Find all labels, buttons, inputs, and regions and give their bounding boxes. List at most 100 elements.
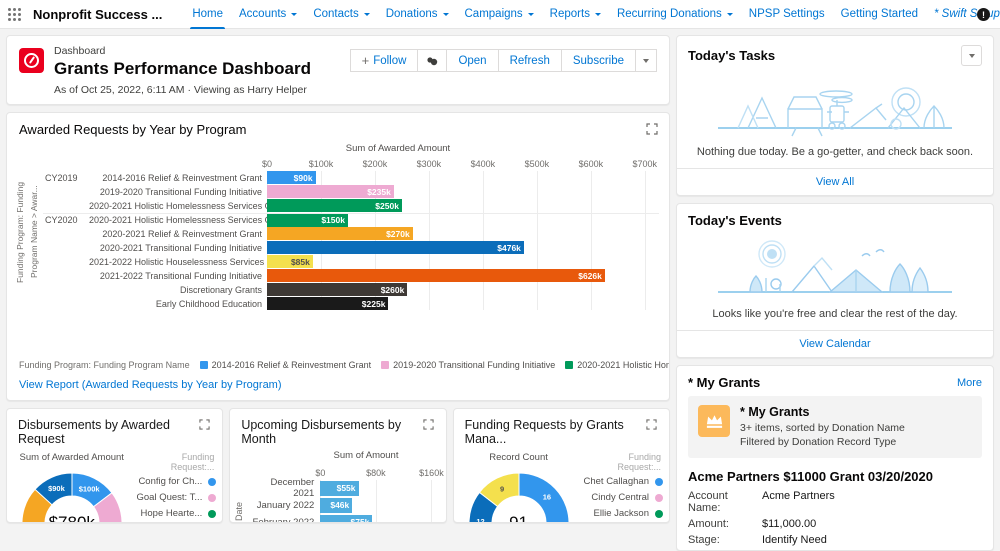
help-icon[interactable]: ! bbox=[977, 8, 990, 21]
awarded-requests-plot: Sum of Awarded Amount Funding Program: F… bbox=[7, 141, 669, 356]
follow-label: Follow bbox=[373, 54, 407, 67]
chevron-down-icon bbox=[291, 12, 298, 16]
nav-tab-label: Accounts bbox=[239, 8, 287, 20]
grant-record-name[interactable]: Acme Partners $11000 Grant 03/20/2020 bbox=[688, 469, 982, 484]
dashboard-header: Dashboard Grants Performance Dashboard A… bbox=[6, 35, 670, 105]
bar-row[interactable]: 2020-2021 Relief & Reinvestment Grant $27… bbox=[43, 227, 659, 240]
bar-row[interactable]: 2020-2021 Holistic Homelessness Services… bbox=[43, 199, 659, 212]
bar[interactable]: $85k bbox=[267, 255, 313, 268]
nav-tab-label: Reports bbox=[549, 8, 590, 20]
bar[interactable]: $250k bbox=[267, 199, 402, 212]
donut-caption: Record Count bbox=[489, 452, 548, 463]
legend-item[interactable]: Config for Ch... bbox=[137, 476, 217, 487]
legend-label: Cindy Central bbox=[591, 492, 649, 503]
bar-row[interactable]: 2019-2020 Transitional Funding Initiativ… bbox=[43, 185, 659, 198]
chevron-down-icon bbox=[726, 12, 733, 16]
bar-row[interactable]: CY2019 2014-2016 Relief & Reinvestment Gr… bbox=[43, 171, 659, 184]
grants-more-link[interactable]: More bbox=[957, 377, 982, 389]
tasks-menu-button[interactable] bbox=[961, 45, 982, 66]
nav-tab-campaigns[interactable]: Campaigns bbox=[457, 0, 542, 29]
app-launcher-icon[interactable] bbox=[8, 3, 21, 25]
bar-row[interactable]: CY2020 2020-2021 Holistic Homelessness Se… bbox=[43, 213, 659, 227]
nav-tab-donations[interactable]: Donations bbox=[378, 0, 457, 29]
legend-label: 2020-2021 Holistic Homelessness Serv bbox=[577, 360, 669, 370]
legend-label: Chet Callaghan bbox=[583, 476, 649, 487]
bar-value-label: $270k bbox=[386, 228, 410, 239]
tasks-view-all-link[interactable]: View All bbox=[677, 168, 993, 195]
subscribe-button[interactable]: Subscribe bbox=[560, 49, 636, 72]
nav-tab-npsp-settings[interactable]: NPSP Settings bbox=[741, 0, 833, 29]
chevron-down-icon bbox=[594, 12, 601, 16]
share-icon bbox=[427, 56, 438, 65]
donut-center-value: 91 bbox=[509, 513, 529, 523]
nav-tab-label: Campaigns bbox=[464, 8, 523, 20]
bar-row[interactable]: 2020-2021 Transitional Funding Initiativ… bbox=[43, 241, 659, 254]
legend-item[interactable]: Hope Hearte... bbox=[137, 508, 217, 519]
bar-value-label: $476k bbox=[497, 242, 521, 253]
bar[interactable]: $270k bbox=[267, 227, 413, 240]
bar-row[interactable]: Early Childhood Education $225k bbox=[43, 297, 659, 310]
share-button[interactable] bbox=[417, 49, 448, 72]
events-empty-illustration bbox=[677, 234, 993, 304]
legend-label: Config for Ch... bbox=[138, 476, 203, 487]
awarded-requests-chart-card: Awarded Requests by Year by Program Sum … bbox=[6, 112, 670, 401]
expand-icon[interactable] bbox=[646, 419, 658, 431]
refresh-button[interactable]: Refresh bbox=[497, 49, 562, 72]
nav-tab-recurring-donations[interactable]: Recurring Donations bbox=[609, 0, 741, 29]
bar-row[interactable]: Discretionary Grants $260k bbox=[43, 283, 659, 296]
nav-tab-accounts[interactable]: Accounts bbox=[231, 0, 305, 29]
donut-center-value: $780k bbox=[48, 513, 95, 523]
expand-icon[interactable] bbox=[423, 419, 435, 431]
grants-list-banner[interactable]: * My Grants 3+ items, sorted by Donation… bbox=[688, 396, 982, 458]
legend-item[interactable]: 2014-2016 Relief & Reinvestment Grant bbox=[199, 360, 371, 370]
bar[interactable]: $476k bbox=[267, 241, 524, 254]
expand-icon[interactable] bbox=[646, 123, 658, 135]
legend-item[interactable]: Cindy Central bbox=[583, 492, 663, 503]
legend-item[interactable]: Chet Callaghan bbox=[583, 476, 663, 487]
donut-chart: Sum of Awarded Amount $100k$200k$90k$200… bbox=[7, 448, 136, 523]
chart-legend: Funding Program: Funding Program Name 20… bbox=[7, 356, 669, 372]
grants-banner-title: * My Grants bbox=[740, 405, 810, 419]
view-report-link[interactable]: View Report (Awarded Requests by Year by… bbox=[7, 372, 669, 400]
x-axis-tick: $400k bbox=[470, 159, 496, 169]
bar[interactable]: $55k bbox=[320, 480, 359, 496]
bar[interactable]: $626k bbox=[267, 269, 605, 282]
donut-legend: Funding Request:... Chet Callaghan Cindy … bbox=[583, 448, 668, 522]
bar[interactable]: $225k bbox=[267, 297, 389, 310]
more-actions-button[interactable] bbox=[635, 49, 657, 72]
bar-label: 2020-2021 Holistic Homelessness Services… bbox=[89, 215, 267, 225]
open-label: Open bbox=[458, 54, 487, 67]
legend-items: Config for Ch... Goal Quest: T... Hope Hea… bbox=[137, 476, 217, 522]
bar[interactable]: $150k bbox=[267, 213, 348, 227]
follow-button[interactable]: + Follow bbox=[349, 49, 419, 72]
expand-icon[interactable] bbox=[199, 419, 211, 431]
bar[interactable]: $260k bbox=[267, 283, 408, 296]
bar-row[interactable]: 2021-2022 Holistic Houselessness Service… bbox=[43, 255, 659, 268]
events-title: Today's Events bbox=[688, 213, 782, 228]
bar-track: $626k bbox=[267, 269, 659, 282]
events-view-calendar-link[interactable]: View Calendar bbox=[677, 330, 993, 357]
bar[interactable]: $235k bbox=[267, 185, 394, 198]
nav-tab-home[interactable]: Home bbox=[184, 0, 231, 29]
bar-row[interactable]: 2021-2022 Transitional Funding Initiativ… bbox=[43, 269, 659, 282]
legend-item[interactable]: 2020-2021 Holistic Homelessness Serv bbox=[565, 360, 669, 370]
nav-tab-getting-started[interactable]: Getting Started bbox=[833, 0, 926, 29]
todays-tasks-card: Today's Tasks Nothing due today. Be a go… bbox=[676, 35, 994, 196]
bar[interactable]: $90k bbox=[267, 171, 316, 184]
bar[interactable]: $75k bbox=[320, 514, 373, 522]
open-button[interactable]: Open bbox=[446, 49, 499, 72]
legend-item[interactable]: 2019-2020 Transitional Funding Initiativ… bbox=[381, 360, 555, 370]
grant-field-value: $11,000.00 bbox=[762, 518, 817, 530]
legend-swatch bbox=[565, 361, 574, 369]
legend-item[interactable]: Goal Quest: T... bbox=[137, 492, 217, 503]
legend-items: Chet Callaghan Cindy Central Ellie Jackson… bbox=[583, 476, 663, 522]
nav-tab-contacts[interactable]: Contacts bbox=[305, 0, 377, 29]
bar[interactable]: $46k bbox=[320, 497, 353, 513]
donut-legend: Funding Request:... Config for Ch... Goal… bbox=[137, 448, 223, 522]
grants-banner-filter: Filtered by Donation Record Type bbox=[740, 436, 897, 448]
nav-tab-reports[interactable]: Reports bbox=[542, 0, 609, 29]
legend-item[interactable]: Ellie Jackson bbox=[583, 508, 663, 519]
nav-tab-label: * Swift Setup Home bbox=[934, 8, 1000, 20]
bar-label: 2019-2020 Transitional Funding Initiativ… bbox=[99, 186, 262, 197]
mini-charts-row: Disbursements by Awarded Request Sum of … bbox=[6, 408, 670, 523]
